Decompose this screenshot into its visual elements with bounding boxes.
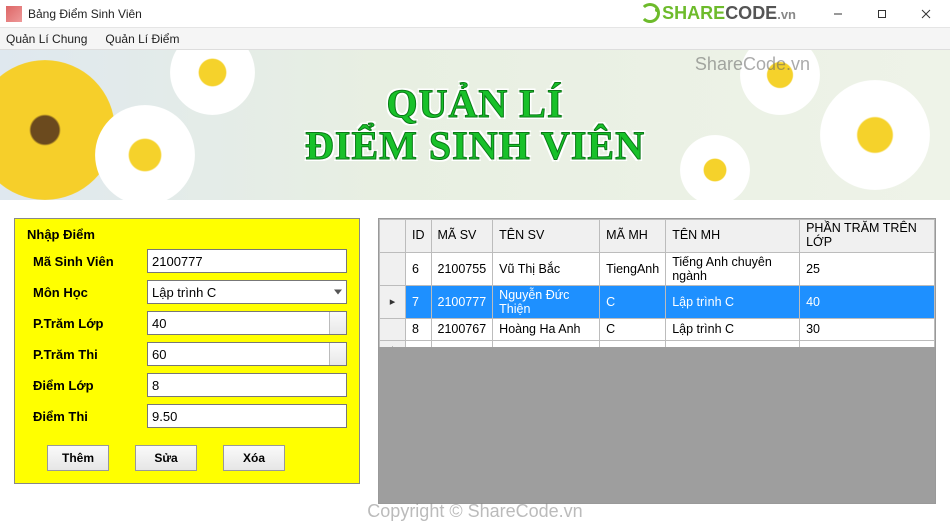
flower-icon [0,60,115,200]
swirl-icon [640,3,660,23]
cell-masv[interactable]: 2100755 [431,252,493,285]
data-grid[interactable]: ID MÃ SV TÊN SV MÃ MH TÊN MH PHẦN TRĂM T… [378,218,936,504]
header-tenmh[interactable]: TÊN MH [666,220,800,253]
titlebar: Bảng Điểm Sinh Viên SHARECODE.vn [0,0,950,28]
row-diemthi: Điểm Thi 9.50 [27,404,347,428]
cell-tenmh[interactable]: Lập trình C [666,285,800,318]
cell-id[interactable]: 8 [406,318,432,340]
cell-tensv[interactable]: Hoàng Ha Anh [493,318,600,340]
cell-mamh[interactable]: TiengAnh [600,252,666,285]
label-monhoc: Môn Học [27,285,147,300]
table-row[interactable]: 82100767Hoàng Ha AnhCLập trình C30 [380,318,935,340]
cell-tenmh[interactable]: Tiếng Anh chuyên ngành [666,252,800,285]
banner: ShareCode.vn QUẢN LÍ ĐIỂM SINH VIÊN [0,50,950,200]
spinner-ptramlop[interactable]: 40 [147,311,347,335]
header-row: ID MÃ SV TÊN SV MÃ MH TÊN MH PHẦN TRĂM T… [380,220,935,253]
header-rowselector [380,220,406,253]
row-indicator[interactable] [380,318,406,340]
sharecode-brand: SHARECODE.vn [640,3,796,24]
label-masv: Mã Sinh Viên [27,254,147,269]
combo-monhoc[interactable]: Lập trình C [147,280,347,304]
row-diemlop: Điểm Lớp 8 [27,373,347,397]
label-diemthi: Điểm Thi [27,409,147,424]
form-title: Nhập Điểm [27,227,347,242]
cell-masv[interactable]: 2100777 [431,285,493,318]
header-phantram[interactable]: PHẦN TRĂM TRÊN LỚP [800,220,935,253]
header-masv[interactable]: MÃ SV [431,220,493,253]
window-title: Bảng Điểm Sinh Viên [28,7,142,21]
maximize-button[interactable] [860,0,904,28]
input-diemlop[interactable]: 8 [147,373,347,397]
cell-tensv[interactable]: Vũ Thị Bắc [493,252,600,285]
menu-quan-li-chung[interactable]: Quản Lí Chung [6,32,87,46]
them-button[interactable]: Thêm [47,445,109,471]
spinner-ptramthi[interactable]: 60 [147,342,347,366]
cell-tenmh[interactable]: Lập trình C [666,318,800,340]
cell-pt[interactable]: 25 [800,252,935,285]
input-masv[interactable]: 2100777 [147,249,347,273]
cell-mamh[interactable]: C [600,285,666,318]
flower-icon [95,105,195,200]
minimize-button[interactable] [816,0,860,28]
flower-icon [170,50,255,115]
row-indicator[interactable] [380,252,406,285]
xoa-button[interactable]: Xóa [223,445,285,471]
row-masv: Mã Sinh Viên 2100777 [27,249,347,273]
label-ptramthi: P.Trăm Thi [27,347,147,362]
flower-icon [680,135,750,200]
table-row[interactable]: ▸72100777Nguyễn Đức ThiệnCLập trình C40 [380,285,935,318]
watermark-sharecode: ShareCode.vn [695,54,810,75]
row-ptramlop: P.Trăm Lớp 40 [27,311,347,335]
label-diemlop: Điểm Lớp [27,378,147,393]
cell-id[interactable]: 6 [406,252,432,285]
header-tensv[interactable]: TÊN SV [493,220,600,253]
label-ptramlop: P.Trăm Lớp [27,316,147,331]
banner-title: QUẢN LÍ ĐIỂM SINH VIÊN [305,83,645,167]
row-monhoc: Môn Học Lập trình C [27,280,347,304]
cell-mamh[interactable]: C [600,318,666,340]
flower-icon [820,80,930,190]
row-ptramthi: P.Trăm Thi 60 [27,342,347,366]
cell-pt[interactable]: 40 [800,285,935,318]
button-row: Thêm Sửa Xóa [27,435,347,473]
sua-button[interactable]: Sửa [135,445,197,471]
cell-tensv[interactable]: Nguyễn Đức Thiện [493,285,600,318]
row-indicator[interactable]: ▸ [380,285,406,318]
form-panel: Nhập Điểm Mã Sinh Viên 2100777 Môn Học L… [14,218,360,484]
table-row[interactable]: 62100755Vũ Thị BắcTiengAnhTiếng Anh chuy… [380,252,935,285]
header-id[interactable]: ID [406,220,432,253]
menubar: Quản Lí Chung Quản Lí Điểm [0,28,950,50]
cell-masv[interactable]: 2100767 [431,318,493,340]
header-mamh[interactable]: MÃ MH [600,220,666,253]
cell-id[interactable]: 7 [406,285,432,318]
content-area: Nhập Điểm Mã Sinh Viên 2100777 Môn Học L… [0,200,950,510]
app-icon [6,6,22,22]
menu-quan-li-diem[interactable]: Quản Lí Điểm [105,32,179,46]
close-button[interactable] [904,0,948,28]
grid-empty-area [379,347,935,503]
cell-pt[interactable]: 30 [800,318,935,340]
input-diemthi[interactable]: 9.50 [147,404,347,428]
